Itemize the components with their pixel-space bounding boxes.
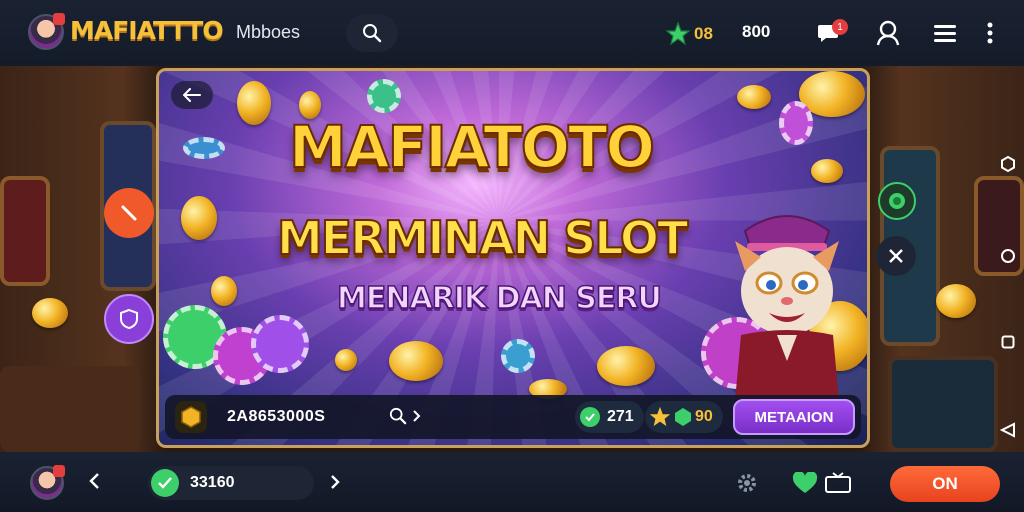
- top-bar: MAFIATTTO Mbboes 08 800 1: [0, 0, 1024, 66]
- prev-button[interactable]: [88, 472, 100, 495]
- hamburger-icon: [934, 25, 956, 42]
- bottom-avatar[interactable]: [30, 465, 65, 500]
- game-code: 2A8653000S: [227, 408, 326, 425]
- green-gem-icon: [675, 408, 691, 426]
- floating-coin: [737, 85, 771, 109]
- floating-coin: [211, 276, 237, 306]
- circle-icon: [1001, 249, 1015, 263]
- cat-mascot-illustration: [735, 215, 839, 401]
- menu-button[interactable]: [929, 17, 961, 49]
- tv-button[interactable]: [824, 472, 852, 499]
- banner-action-button[interactable]: METAAION: [733, 399, 855, 435]
- pencil-icon: [121, 205, 137, 221]
- right-arcade-cabinet: [888, 356, 998, 452]
- next-button[interactable]: [330, 474, 340, 495]
- chevron-right-icon: [331, 475, 340, 489]
- balance-pill[interactable]: 33160: [148, 466, 314, 500]
- token-count: 90: [695, 408, 713, 425]
- token-counter[interactable]: 90: [645, 401, 723, 433]
- poker-chip: [501, 339, 535, 373]
- banner-subtitle: MERMINAN SLOT: [276, 210, 689, 266]
- chip-counter[interactable]: 271: [575, 401, 644, 433]
- gear-icon: [738, 474, 756, 492]
- poker-chip: [367, 79, 401, 113]
- chip-count: 271: [607, 408, 634, 425]
- rail-circle-button[interactable]: [996, 244, 1020, 268]
- banner-tagline: MENARIK DAN SERU: [336, 280, 662, 317]
- poker-chip: [183, 137, 225, 159]
- bar-search-button[interactable]: [389, 407, 421, 425]
- more-options-button[interactable]: [976, 17, 1004, 49]
- chip-icon: [889, 193, 905, 209]
- banner-info-bar: 2A8653000S 271 90 METAAION: [165, 395, 861, 439]
- brand-logo: MAFIATTTO: [70, 16, 224, 45]
- shield-icon: [120, 308, 138, 330]
- profile-button[interactable]: [872, 17, 904, 49]
- favorite-button[interactable]: [792, 471, 818, 499]
- rail-square-button[interactable]: [996, 330, 1020, 354]
- poker-chip: [251, 315, 309, 373]
- avatar-badge: [53, 465, 65, 477]
- floating-coin: [936, 284, 976, 318]
- floating-coin: [32, 298, 68, 328]
- gems-count: 08: [694, 24, 713, 43]
- green-chip-icon: [151, 469, 179, 497]
- notification-badge: 1: [832, 19, 848, 35]
- avatar-badge: [53, 13, 65, 25]
- search-button[interactable]: [346, 14, 398, 52]
- chevron-right-icon: [413, 410, 421, 422]
- floating-coin: [597, 346, 655, 386]
- rail-hex-button[interactable]: [996, 152, 1020, 176]
- green-chip-icon: [580, 407, 600, 427]
- edit-button[interactable]: [104, 188, 154, 238]
- settings-button[interactable]: [736, 472, 758, 499]
- banner-title: MAFIATOTO: [288, 112, 656, 182]
- hexagon-logo: [175, 401, 207, 433]
- bottom-bar: 33160: [0, 452, 1024, 512]
- search-icon: [389, 407, 407, 425]
- back-button[interactable]: [171, 81, 213, 109]
- arrow-left-icon: [183, 88, 201, 102]
- floating-coin: [181, 196, 217, 240]
- hexagon-icon: [1001, 156, 1015, 172]
- search-icon: [363, 24, 382, 43]
- balance-value: 33160: [190, 474, 235, 491]
- brand-subtitle: Mbboes: [236, 22, 301, 42]
- user-icon: [876, 20, 900, 46]
- square-icon: [1001, 335, 1015, 349]
- hexagon-gold-icon: [181, 406, 201, 428]
- shield-button[interactable]: [104, 294, 154, 344]
- on-button[interactable]: ON: [890, 466, 1000, 502]
- star-icon: [649, 406, 671, 427]
- triangle-back-icon: [1000, 422, 1015, 438]
- user-avatar[interactable]: [28, 13, 65, 50]
- left-table: [0, 366, 140, 452]
- gems-stat[interactable]: 08: [666, 22, 713, 46]
- rail-back-button[interactable]: [996, 418, 1020, 442]
- floating-coin: [389, 341, 443, 381]
- clover-gem-icon: [666, 22, 690, 46]
- tv-icon: [825, 472, 851, 493]
- chip-button[interactable]: [878, 182, 916, 220]
- floating-coin: [335, 349, 357, 371]
- floating-coin: [237, 81, 271, 125]
- chevron-left-icon: [89, 473, 99, 489]
- left-arcade-screen: [0, 176, 50, 286]
- poker-chip: [779, 101, 813, 145]
- promo-banner[interactable]: MAFIATOTO MERMINAN SLOT MENARIK DAN SERU…: [156, 68, 870, 448]
- close-icon: [889, 249, 903, 263]
- floating-coin: [811, 159, 843, 183]
- coins-stat[interactable]: 800: [742, 22, 770, 42]
- cross-button[interactable]: [876, 236, 916, 276]
- coins-count: 800: [742, 22, 771, 41]
- notifications-button[interactable]: 1: [814, 17, 848, 49]
- more-vertical-icon: [987, 22, 993, 44]
- heart-icon: [792, 471, 818, 493]
